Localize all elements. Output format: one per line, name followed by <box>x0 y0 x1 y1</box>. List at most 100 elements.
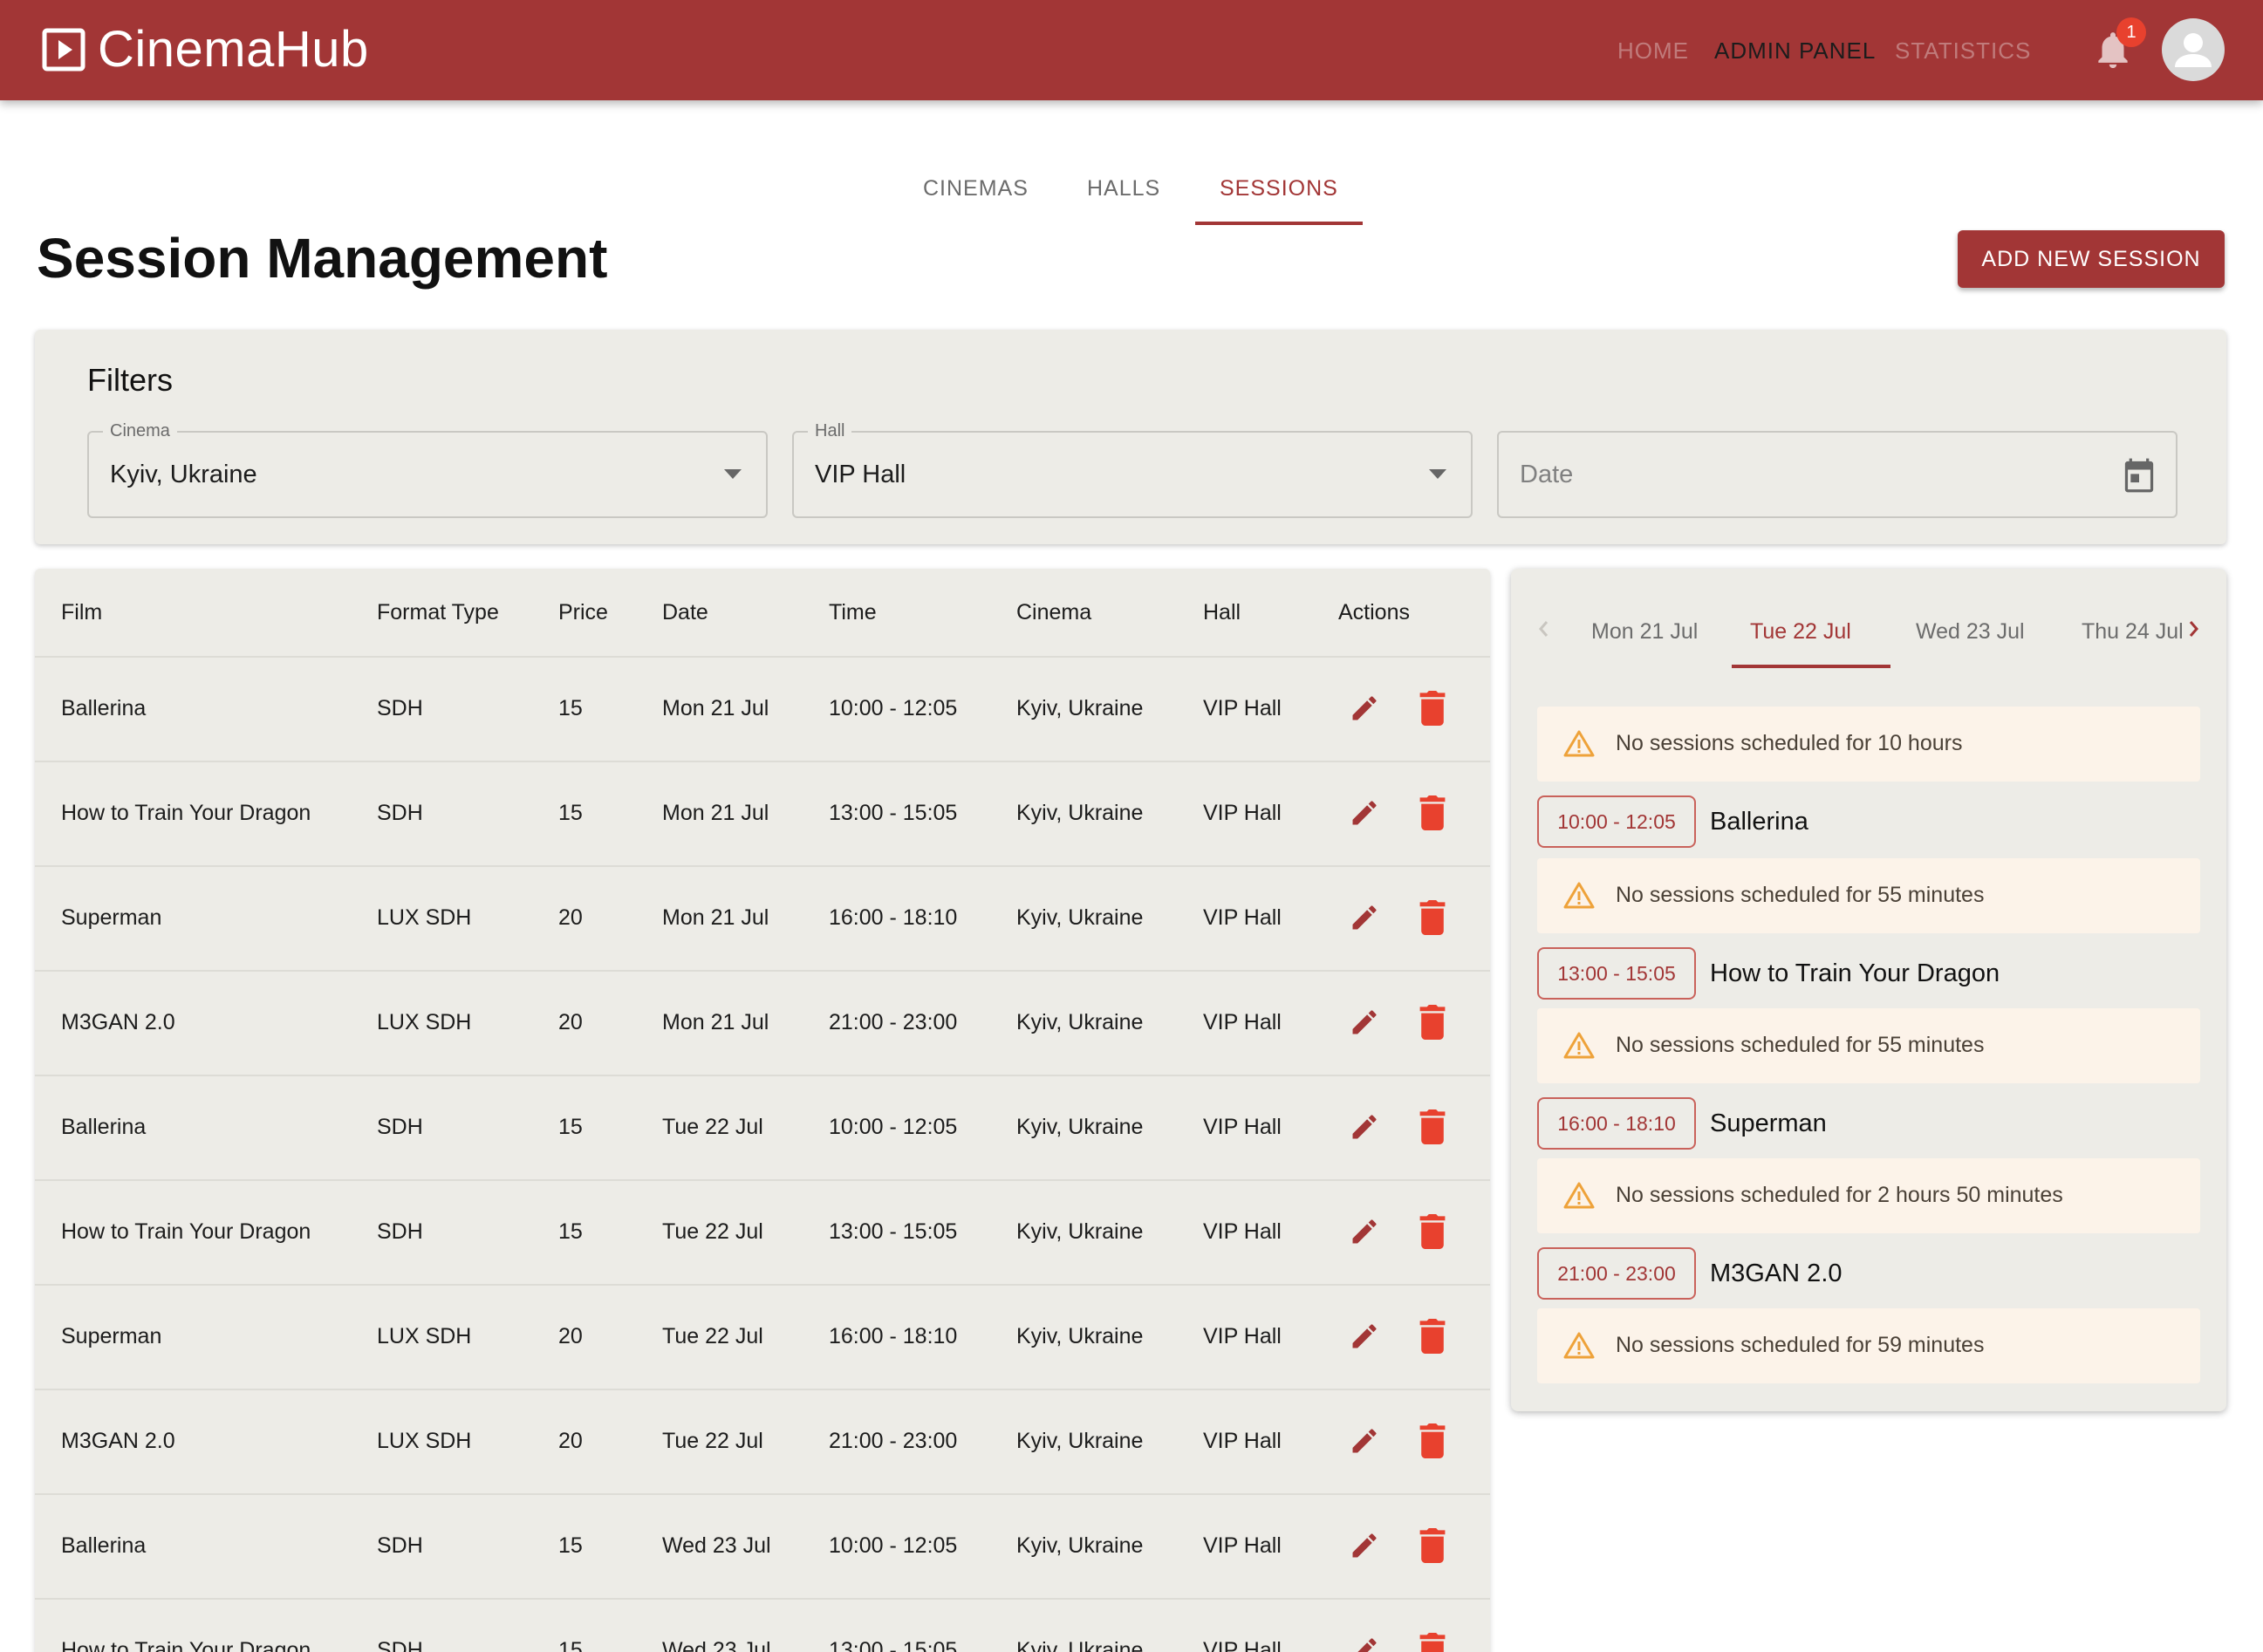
cell-cinema: Kyiv, Ukraine <box>1016 1638 1144 1652</box>
cell-cinema: Kyiv, Ukraine <box>1016 696 1144 720</box>
pencil-icon[interactable] <box>1349 902 1380 933</box>
day-tabs-scroller: Mon 21 Jul Tue 22 Jul Wed 23 Jul Thu 24 … <box>1556 604 2191 673</box>
nav-home-link[interactable]: HOME <box>1617 35 1689 66</box>
cell-date: Tue 22 Jul <box>662 1115 763 1139</box>
schedule-session[interactable]: 16:00 - 18:10 Superman <box>1537 1097 2200 1150</box>
cell-film: How to Train Your Dragon <box>61 1638 311 1652</box>
schedule-session[interactable]: 21:00 - 23:00 M3GAN 2.0 <box>1537 1247 2200 1300</box>
table-row: Ballerina SDH 15 Mon 21 Jul 10:00 - 12:0… <box>35 656 1490 761</box>
warning-icon <box>1563 1332 1595 1359</box>
day-tab[interactable]: Wed 23 Jul <box>1916 618 2025 645</box>
nav-admin-panel-link[interactable]: ADMIN PANEL <box>1714 35 1876 66</box>
table-row: How to Train Your Dragon SDH 15 Wed 23 J… <box>35 1598 1490 1652</box>
cell-hall: VIP Hall <box>1203 1429 1282 1453</box>
pencil-icon[interactable] <box>1349 1321 1380 1352</box>
trash-icon[interactable] <box>1419 900 1446 935</box>
pencil-icon[interactable] <box>1349 1530 1380 1561</box>
table-row: Ballerina SDH 15 Wed 23 Jul 10:00 - 12:0… <box>35 1493 1490 1598</box>
hall-select-value: VIP Hall <box>815 461 906 488</box>
pencil-icon[interactable] <box>1349 1007 1380 1038</box>
page: CinemaHub HOME ADMIN PANEL STATISTICS 1 … <box>0 0 2263 1652</box>
trash-icon[interactable] <box>1419 1109 1446 1144</box>
trash-icon[interactable] <box>1419 1528 1446 1563</box>
tab-halls[interactable]: HALLS <box>1087 173 1160 204</box>
cell-price: 20 <box>558 1010 583 1034</box>
add-new-session-button[interactable]: ADD NEW SESSION <box>1958 230 2225 288</box>
cell-hall: VIP Hall <box>1203 1533 1282 1558</box>
cinema-select-label: Cinema <box>103 420 177 441</box>
cell-price: 15 <box>558 1115 583 1139</box>
cell-cinema: Kyiv, Ukraine <box>1016 1010 1144 1034</box>
trash-icon[interactable] <box>1419 691 1446 726</box>
cell-film: Ballerina <box>61 1533 147 1558</box>
table-row: Ballerina SDH 15 Tue 22 Jul 10:00 - 12:0… <box>35 1075 1490 1179</box>
hall-select-label: Hall <box>808 420 852 441</box>
day-tab-active[interactable]: Tue 22 Jul <box>1750 618 1851 645</box>
pencil-icon[interactable] <box>1349 1111 1380 1143</box>
trash-icon[interactable] <box>1419 1423 1446 1458</box>
schedule-session[interactable]: 10:00 - 12:05 Ballerina <box>1537 795 2200 848</box>
cell-hall: VIP Hall <box>1203 1010 1282 1034</box>
warning-icon <box>1563 882 1595 909</box>
pencil-icon[interactable] <box>1349 797 1380 829</box>
column-header-hall: Hall <box>1203 600 1241 625</box>
trash-icon[interactable] <box>1419 795 1446 830</box>
cell-film: Ballerina <box>61 1115 147 1139</box>
pencil-icon[interactable] <box>1349 693 1380 724</box>
cell-film: M3GAN 2.0 <box>61 1429 175 1453</box>
hall-select[interactable]: Hall VIP Hall <box>792 420 1473 518</box>
session-film-title: Superman <box>1710 1109 1827 1137</box>
column-header-time: Time <box>829 600 877 625</box>
cell-time: 21:00 - 23:00 <box>829 1010 958 1034</box>
cell-film: Superman <box>61 1324 162 1348</box>
session-film-title: M3GAN 2.0 <box>1710 1259 1843 1287</box>
pencil-icon[interactable] <box>1349 1216 1380 1247</box>
schedule-gap-warning: No sessions scheduled for 2 hours 50 min… <box>1537 1158 2200 1233</box>
table-row: M3GAN 2.0 LUX SDH 20 Tue 22 Jul 21:00 - … <box>35 1389 1490 1493</box>
app-name[interactable]: CinemaHub <box>98 21 369 79</box>
pencil-icon[interactable] <box>1349 1635 1380 1652</box>
schedule-gap-warning: No sessions scheduled for 55 minutes <box>1537 858 2200 933</box>
date-picker[interactable]: Date <box>1497 431 2178 518</box>
day-tab[interactable]: Thu 24 Jul <box>2082 618 2184 645</box>
cell-price: 15 <box>558 1219 583 1244</box>
cell-hall: VIP Hall <box>1203 1115 1282 1139</box>
trash-icon[interactable] <box>1419 1319 1446 1354</box>
trash-icon[interactable] <box>1419 1633 1446 1652</box>
trash-icon[interactable] <box>1419 1214 1446 1249</box>
cinema-select[interactable]: Cinema Kyiv, Ukraine <box>87 420 768 518</box>
nav-statistics-link[interactable]: STATISTICS <box>1895 35 2031 66</box>
chevron-right-icon[interactable] <box>2188 619 2200 638</box>
trash-icon[interactable] <box>1419 1005 1446 1040</box>
cell-film: Ballerina <box>61 696 147 720</box>
cell-time: 13:00 - 15:05 <box>829 801 958 825</box>
pencil-icon[interactable] <box>1349 1425 1380 1457</box>
calendar-icon[interactable] <box>2122 457 2157 494</box>
cell-hall: VIP Hall <box>1203 1219 1282 1244</box>
table-row: Superman LUX SDH 20 Mon 21 Jul 16:00 - 1… <box>35 865 1490 970</box>
sessions-table: Film Format Type Price Date Time Cinema … <box>35 569 1490 1652</box>
tab-sessions[interactable]: SESSIONS <box>1220 173 1338 204</box>
chevron-left-icon[interactable] <box>1537 619 1549 638</box>
notification-badge: 1 <box>2116 17 2146 47</box>
gap-text: No sessions scheduled for 2 hours 50 min… <box>1616 1183 2063 1207</box>
tab-cinemas[interactable]: CINEMAS <box>923 173 1029 204</box>
column-header-format: Format Type <box>377 600 499 625</box>
cell-cinema: Kyiv, Ukraine <box>1016 1115 1144 1139</box>
cell-time: 10:00 - 12:05 <box>829 1533 958 1558</box>
table-row: M3GAN 2.0 LUX SDH 20 Mon 21 Jul 21:00 - … <box>35 970 1490 1075</box>
schedule-session[interactable]: 13:00 - 15:05 How to Train Your Dragon <box>1537 947 2200 1000</box>
play-icon[interactable] <box>42 28 85 72</box>
day-tab[interactable]: Mon 21 Jul <box>1591 618 1698 645</box>
cell-price: 20 <box>558 905 583 930</box>
cell-time: 10:00 - 12:05 <box>829 1115 958 1139</box>
cell-price: 20 <box>558 1429 583 1453</box>
cell-date: Tue 22 Jul <box>662 1429 763 1453</box>
schedule-gap-warning: No sessions scheduled for 10 hours <box>1537 707 2200 782</box>
column-header-cinema: Cinema <box>1016 600 1092 625</box>
account-avatar[interactable] <box>2162 18 2225 81</box>
cell-date: Tue 22 Jul <box>662 1324 763 1348</box>
account-icon <box>2175 33 2212 67</box>
cell-cinema: Kyiv, Ukraine <box>1016 1219 1144 1244</box>
cell-format: LUX SDH <box>377 1324 472 1348</box>
